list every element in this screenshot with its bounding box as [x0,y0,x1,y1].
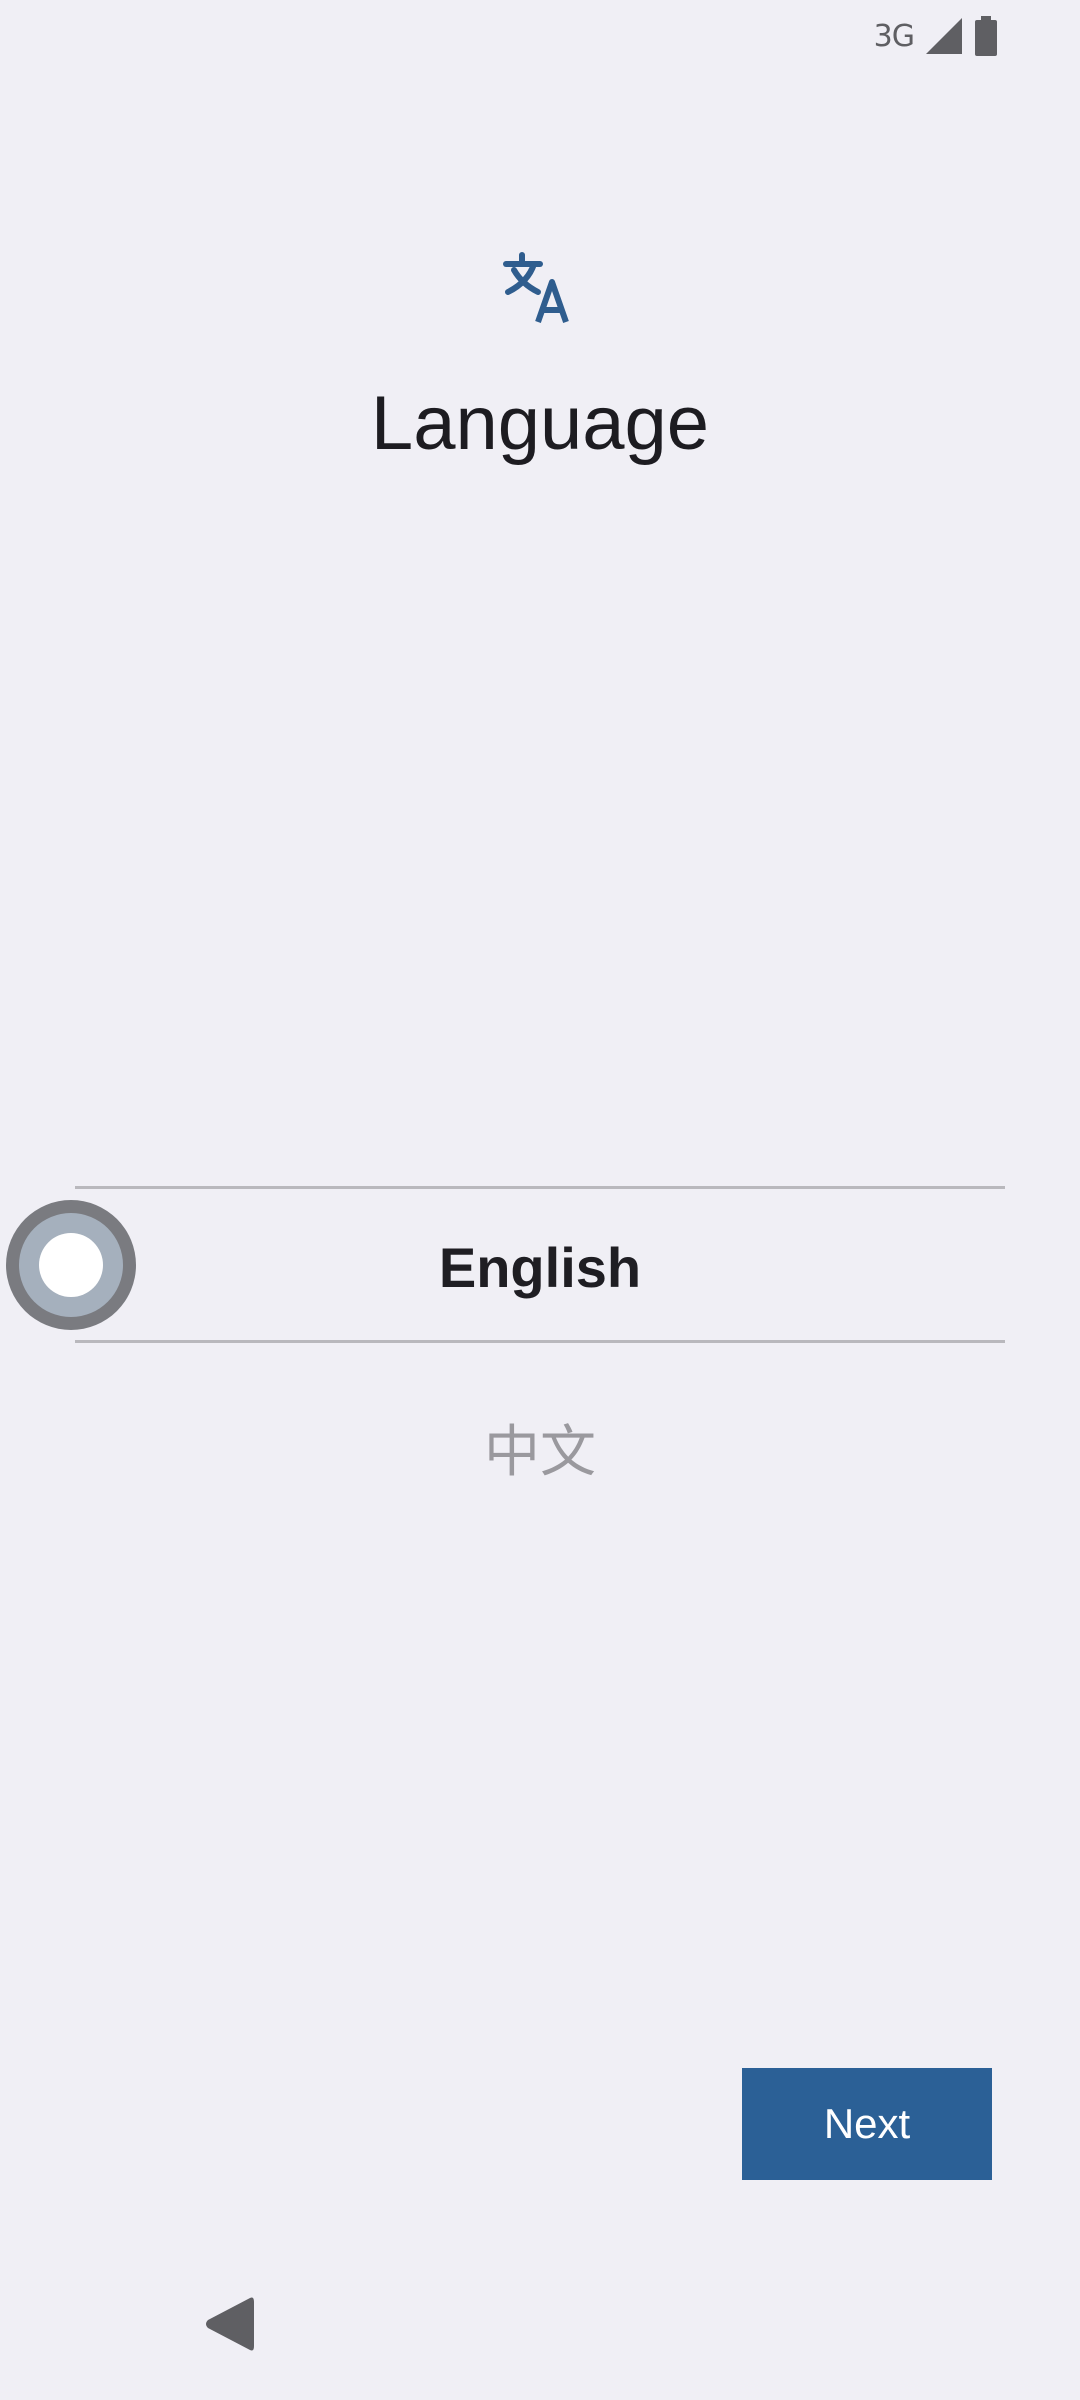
touch-indicator [6,1200,136,1330]
touch-indicator-core [39,1233,103,1297]
page-title: Language [370,381,710,466]
battery-icon [974,16,998,56]
language-option-english[interactable]: English [75,1220,1005,1316]
network-type-label: 3G [873,18,915,54]
next-button[interactable]: Next [742,2068,992,2180]
translate-icon [500,250,580,330]
picker-divider-top [75,1186,1005,1189]
status-bar: 3G [874,0,1080,72]
touch-indicator-ring [19,1213,123,1317]
back-triangle-icon[interactable] [200,2292,260,2356]
picker-divider-bottom [75,1340,1005,1343]
language-setup-screen: 3G Language English 中文 Next [0,0,1080,2400]
language-option-chinese[interactable]: 中文 [75,1405,1005,1501]
cellular-signal-icon [924,16,964,56]
